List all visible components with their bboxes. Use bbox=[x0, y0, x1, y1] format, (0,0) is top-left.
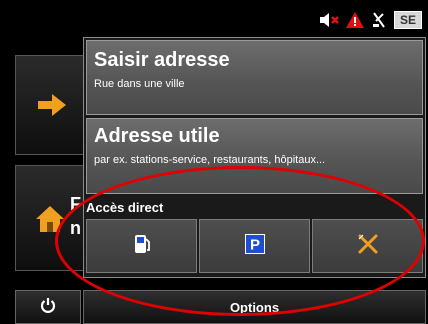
restaurant-button[interactable] bbox=[312, 219, 423, 273]
svg-text:P: P bbox=[249, 236, 259, 253]
arrow-right-icon bbox=[38, 94, 66, 121]
power-button[interactable] bbox=[15, 290, 81, 324]
useful-address-button[interactable]: Adresse utile par ex. stations-service, … bbox=[86, 118, 423, 194]
fuel-station-button[interactable] bbox=[86, 219, 197, 273]
satellite-icon bbox=[369, 12, 389, 28]
power-icon bbox=[40, 297, 56, 318]
useful-address-title: Adresse utile bbox=[94, 125, 220, 147]
enter-address-button[interactable]: Saisir adresse Rue dans une ville bbox=[86, 40, 423, 115]
direct-access-label: Accès direct bbox=[86, 200, 164, 215]
language-badge[interactable]: SE bbox=[394, 11, 422, 29]
useful-address-subtitle: par ex. stations-service, restaurants, h… bbox=[94, 154, 326, 166]
parking-icon: P bbox=[244, 233, 265, 259]
enter-address-title: Saisir adresse bbox=[94, 49, 230, 71]
parking-button[interactable]: P bbox=[199, 219, 310, 273]
speaker-muted-icon bbox=[318, 12, 340, 28]
background-tile-text-2: n bbox=[70, 218, 81, 238]
background-tile-text-1: F bbox=[70, 194, 81, 214]
restaurant-icon bbox=[357, 233, 379, 260]
home-icon bbox=[36, 206, 64, 237]
fuel-station-icon bbox=[133, 233, 151, 260]
enter-address-subtitle: Rue dans une ville bbox=[94, 78, 185, 90]
warning-icon bbox=[345, 12, 365, 28]
options-button[interactable]: Options bbox=[83, 290, 426, 324]
